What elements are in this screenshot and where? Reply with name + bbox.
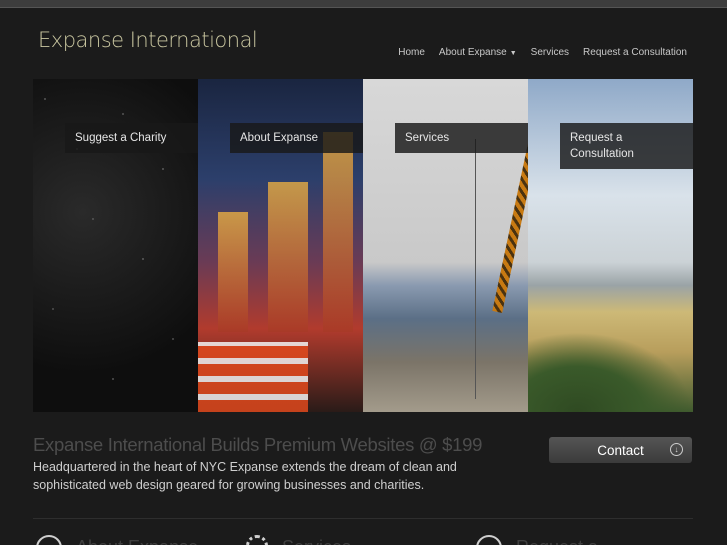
feature-panels: Suggest a Charity About Expanse Services… [33,79,693,412]
bottom-about-label: About Expanse [76,537,198,545]
crane-cable-image [475,139,476,399]
top-bar [0,0,727,8]
panel-services[interactable]: Services [363,79,528,412]
panel-label: Suggest a Charity [65,123,198,153]
nav-consultation[interactable]: Request a Consultation [583,47,687,58]
caret-down-icon: ▼ [509,50,517,57]
panel-request-consultation[interactable]: Request a Consultation [528,79,693,412]
bottom-services-label: Services [282,537,351,545]
traffic-barrier-image [198,342,308,412]
contact-button[interactable]: Contact ↓ [549,437,692,463]
nav-home[interactable]: Home [398,47,425,58]
panel-label: Request a Consultation [560,123,693,169]
landscape-image [528,332,693,412]
panel-label: Services [395,123,528,153]
site-logo[interactable]: Expanse International [38,28,258,52]
intro-description: Headquartered in the heart of NYC Expans… [33,460,457,492]
divider [33,518,693,519]
city-building-image [218,212,248,332]
panel-suggest-charity[interactable]: Suggest a Charity [33,79,198,412]
bottom-links: About Expanse Services Request a [33,535,693,545]
intro-headline: Expanse International Builds Premium Web… [33,434,483,455]
contact-label: Contact [597,442,644,458]
crane-image [492,125,528,313]
panel-about-expanse[interactable]: About Expanse [198,79,363,412]
bottom-request-label: Request a [516,537,598,545]
bottom-services-link[interactable]: Services [246,535,351,545]
request-icon [476,535,502,545]
city-building-image [323,132,353,332]
nav-about-label: About Expanse [438,47,507,58]
bottom-request-link[interactable]: Request a [476,535,598,545]
about-icon [36,535,62,545]
gear-icon [246,535,268,545]
bottom-about-link[interactable]: About Expanse [36,535,198,545]
nav-about[interactable]: About Expanse ▼ [439,47,517,58]
panel-label: About Expanse [230,123,363,153]
nav-services[interactable]: Services [531,47,569,58]
arrow-down-circle-icon: ↓ [670,443,683,456]
city-building-image [268,182,308,332]
main-nav: Home About Expanse ▼ Services Request a C… [398,47,687,58]
